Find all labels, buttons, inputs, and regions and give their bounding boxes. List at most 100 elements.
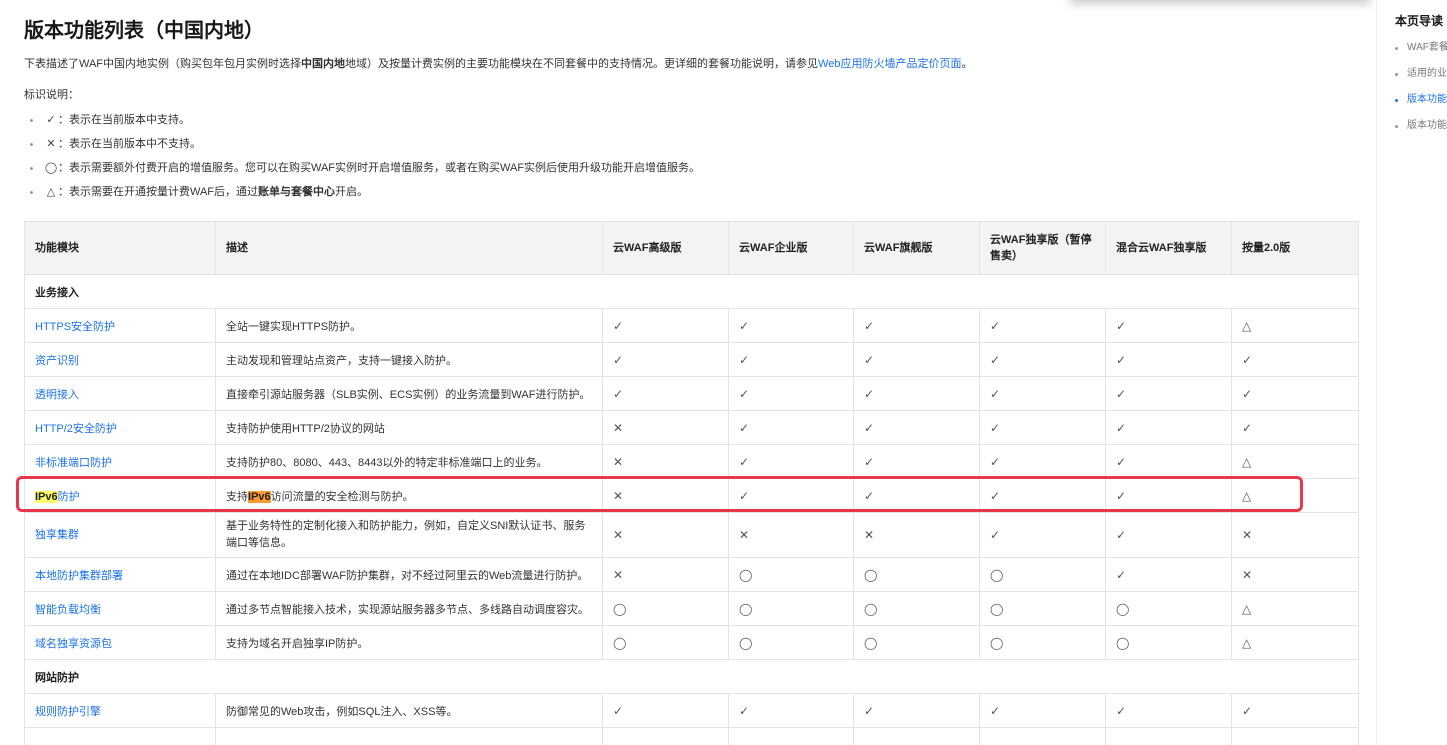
legend-heading: 标识说明： — [24, 89, 79, 101]
support-mark: ✓ — [979, 444, 1106, 479]
support-mark: ✓ — [1231, 410, 1359, 445]
empty-cell — [728, 727, 854, 745]
pricing-page-link[interactable]: Web应用防火墙产品定价页面 — [818, 58, 961, 70]
page-title: 版本功能列表（中国内地） — [24, 20, 264, 42]
feature-desc: 支持为域名开启独享IP防护。 — [215, 625, 603, 660]
support-mark: ✓ — [1105, 512, 1232, 558]
table-row: 本地防护集群部署 通过在本地IDC部署WAF防护集群，对不经过阿里云的Web流量进… — [24, 557, 1359, 592]
highlight-box — [16, 476, 1303, 512]
legend-item-unsupported: ✕ ：表示在当前版本中不支持。 — [24, 132, 700, 156]
support-mark: △ — [1231, 444, 1359, 479]
support-mark: ✓ — [979, 376, 1106, 411]
feature-link[interactable]: 规则防护引擎 — [35, 706, 101, 718]
feature-link[interactable]: 本地防护集群部署 — [35, 570, 123, 582]
header-exclusive: 云WAF独享版（暂停售卖） — [979, 221, 1106, 275]
section-title: 网站防护 — [24, 659, 1359, 694]
feature-link[interactable]: 域名独享资源包 — [35, 638, 112, 650]
feature-desc: 主动发现和管理站点资产，支持一键接入防护。 — [215, 342, 603, 377]
table-row-partial — [24, 727, 1359, 745]
right-toc: 本页导读 WAF套餐 适用的业 版本功能 版本功能 — [1376, 0, 1447, 745]
support-mark: ✓ — [1105, 308, 1232, 343]
support-mark: ✓ — [853, 342, 980, 377]
table-row: 透明接入 直接牵引源站服务器（SLB实例、ECS实例）的业务流量到WAF进行防护。… — [24, 376, 1359, 411]
table-row: 资产识别 主动发现和管理站点资产，支持一键接入防护。 ✓ ✓ ✓ ✓ ✓ ✓ — [24, 342, 1359, 377]
feature-desc: 通过多节点智能接入技术，实现源站服务器多节点、多线路自动调度容灾。 — [215, 591, 603, 626]
feature-link[interactable]: 智能负载均衡 — [35, 604, 101, 616]
support-mark: ✓ — [1105, 444, 1232, 479]
circle-icon: ◯ — [44, 162, 58, 174]
support-mark: ✓ — [1231, 693, 1359, 728]
feature-name-cell: 智能负载均衡 — [24, 591, 216, 626]
feature-link[interactable]: HTTPS安全防护 — [35, 321, 115, 333]
toc-item-active[interactable]: 版本功能 — [1395, 90, 1447, 116]
section-row: 业务接入 — [24, 274, 1359, 309]
feature-name-cell: 独享集群 — [24, 512, 216, 558]
cross-icon: ✕ — [46, 138, 56, 150]
support-mark: ✕ — [602, 512, 729, 558]
header-desc: 描述 — [215, 221, 603, 275]
feature-name-cell: 透明接入 — [24, 376, 216, 411]
support-mark: ◯ — [1105, 625, 1232, 660]
support-mark: ◯ — [853, 591, 980, 626]
header-payg: 按量2.0版 — [1231, 221, 1359, 275]
feature-name-cell: 域名独享资源包 — [24, 625, 216, 660]
feature-link[interactable]: 非标准端口防护 — [35, 457, 112, 469]
feature-name-cell: 非标准端口防护 — [24, 444, 216, 479]
feature-desc: 支持防护使用HTTP/2协议的网站 — [215, 410, 603, 445]
support-mark: ✕ — [602, 557, 729, 592]
empty-cell — [602, 727, 729, 745]
table-row: HTTPS安全防护 全站一键实现HTTPS防护。 ✓ ✓ ✓ ✓ ✓ △ — [24, 308, 1359, 343]
feature-link[interactable]: 透明接入 — [35, 389, 79, 401]
feature-link[interactable]: 独享集群 — [35, 529, 79, 541]
support-mark: ✕ — [728, 512, 854, 558]
support-mark: △ — [1231, 591, 1359, 626]
support-mark: ✓ — [728, 410, 854, 445]
section-title: 业务接入 — [24, 274, 1359, 309]
table-row: 规则防护引擎 防御常见的Web攻击，例如SQL注入、XSS等。 ✓ ✓ ✓ ✓ ✓ ✓ — [24, 693, 1359, 728]
empty-cell — [853, 727, 980, 745]
table-header-row: 功能模块 描述 云WAF高级版 云WAF企业版 云WAF旗舰版 云WAF独享版（… — [24, 221, 1359, 275]
support-mark: ✓ — [979, 308, 1106, 343]
support-mark: ✕ — [1231, 557, 1359, 592]
feature-name-cell: 本地防护集群部署 — [24, 557, 216, 592]
support-mark: ◯ — [979, 625, 1106, 660]
support-mark: ✕ — [602, 444, 729, 479]
header-module: 功能模块 — [24, 221, 216, 275]
header-hybrid: 混合云WAF独享版 — [1105, 221, 1232, 275]
feature-name-cell: HTTP/2安全防护 — [24, 410, 216, 445]
legend-item-paid: ◯：表示需要额外付费开启的增值服务。您可以在购买WAF实例时开启增值服务，或者在… — [24, 156, 700, 180]
table-row: 非标准端口防护 支持防护80、8080、443、8443以外的特定非标准端口上的业… — [24, 444, 1359, 479]
support-mark: ✓ — [979, 342, 1106, 377]
support-mark: ✕ — [1231, 512, 1359, 558]
support-mark: ✓ — [728, 693, 854, 728]
support-mark: ✓ — [853, 410, 980, 445]
toc-item[interactable]: 适用的业 — [1395, 64, 1447, 90]
support-mark: ✓ — [979, 512, 1106, 558]
support-mark: ✓ — [853, 444, 980, 479]
feature-link[interactable]: HTTP/2安全防护 — [35, 423, 117, 435]
feature-name-cell: 规则防护引擎 — [24, 693, 216, 728]
table-row: 独享集群 基于业务特性的定制化接入和防护能力，例如，自定义SNI默认证书、服务端口… — [24, 512, 1359, 558]
feature-desc: 基于业务特性的定制化接入和防护能力，例如，自定义SNI默认证书、服务端口等信息。 — [215, 512, 603, 558]
legend-item-support: ✓ ：表示在当前版本中支持。 — [24, 108, 700, 132]
feature-desc: 通过在本地IDC部署WAF防护集群，对不经过阿里云的Web流量进行防护。 — [215, 557, 603, 592]
feature-link[interactable]: 资产识别 — [35, 355, 79, 367]
support-mark: ✓ — [979, 693, 1106, 728]
empty-cell — [24, 727, 216, 745]
feature-desc: 防御常见的Web攻击，例如SQL注入、XSS等。 — [215, 693, 603, 728]
support-mark: △ — [1231, 308, 1359, 343]
support-mark: ✓ — [853, 308, 980, 343]
toc-item[interactable]: 版本功能 — [1395, 116, 1447, 142]
triangle-icon: △ — [46, 186, 56, 198]
support-mark: ✓ — [602, 376, 729, 411]
support-mark: ✓ — [728, 376, 854, 411]
support-mark: ✓ — [1105, 342, 1232, 377]
empty-cell — [215, 727, 603, 745]
toc-item[interactable]: WAF套餐 — [1395, 38, 1447, 64]
support-mark: ◯ — [853, 557, 980, 592]
toc-title: 本页导读 — [1395, 14, 1444, 28]
table-row: HTTP/2安全防护 支持防护使用HTTP/2协议的网站 ✕ ✓ ✓ ✓ ✓ ✓ — [24, 410, 1359, 445]
table-row: 域名独享资源包 支持为域名开启独享IP防护。 ◯ ◯ ◯ ◯ ◯ △ — [24, 625, 1359, 660]
legend-item-payg: △ ：表示需要在开通按量计费WAF后，通过账单与套餐中心开启。 — [24, 180, 700, 204]
support-mark: ◯ — [853, 625, 980, 660]
